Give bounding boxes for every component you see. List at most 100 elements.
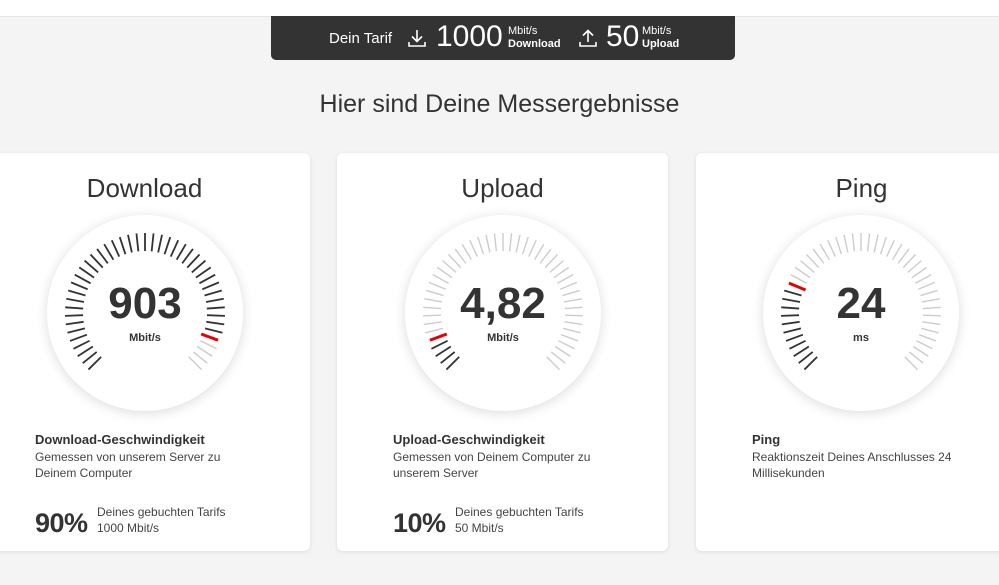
tariff-upload-unit: Mbit/s bbox=[642, 25, 672, 37]
gauge-tick bbox=[191, 259, 207, 274]
gauge-tick bbox=[469, 239, 478, 257]
gauge-tick bbox=[181, 248, 194, 264]
download-card: Download 903 Mbit/s Download-Geschwindig… bbox=[0, 153, 310, 551]
gauge-tick bbox=[553, 266, 570, 279]
gauge-tick bbox=[447, 253, 462, 269]
tariff-download-unit-group: Mbit/s Download bbox=[508, 25, 561, 51]
gauge-tick bbox=[798, 351, 814, 364]
gauge-tick bbox=[892, 243, 903, 261]
upload-gauge: 4,82 Mbit/s bbox=[405, 215, 601, 411]
gauge-tick bbox=[163, 236, 172, 255]
gauge-tick bbox=[175, 243, 187, 261]
ping-value: 24 bbox=[836, 279, 886, 328]
upload-percent-line1: Deines gebuchten Tarifs bbox=[455, 505, 584, 519]
gauge-tick bbox=[435, 345, 452, 358]
gauge-tick bbox=[912, 345, 929, 357]
upload-percent-description: Deines gebuchten Tarifs 50 Mbit/s bbox=[455, 504, 584, 536]
tariff-download-value: 1000 bbox=[436, 20, 503, 53]
gauge-tick bbox=[907, 260, 922, 273]
gauge-tick bbox=[805, 253, 820, 269]
gauge-tick bbox=[528, 239, 537, 257]
gauge-tick bbox=[521, 236, 529, 255]
gauge-tick bbox=[150, 233, 155, 252]
tariff-upload-value: 50 bbox=[606, 20, 640, 53]
gauge-tick bbox=[440, 351, 456, 364]
ping-card: Ping 24 ms Ping Reaktionszeit Deines Ans… bbox=[696, 153, 999, 551]
download-icon bbox=[408, 30, 426, 47]
download-unit: Mbit/s bbox=[129, 332, 161, 344]
gauge-tick bbox=[819, 243, 830, 261]
upload-percent-line2: 50 Mbit/s bbox=[455, 521, 504, 535]
gauge-tick bbox=[87, 356, 102, 371]
gauge-tick bbox=[544, 253, 559, 269]
gauge-tick bbox=[445, 356, 460, 371]
gauge-tick bbox=[477, 236, 485, 255]
gauge-tick bbox=[196, 345, 213, 357]
download-card-title: Download bbox=[86, 173, 203, 203]
gauge-tick bbox=[118, 236, 127, 255]
gauge-tick bbox=[96, 248, 109, 264]
gauge-tick bbox=[866, 233, 871, 252]
download-gauge: 903 Mbit/s bbox=[47, 215, 243, 411]
ping-card-title: Ping bbox=[835, 173, 888, 203]
upload-unit: Mbit/s bbox=[487, 332, 519, 344]
upload-icon bbox=[579, 29, 597, 47]
gauge-tick bbox=[902, 253, 917, 269]
gauge-tick bbox=[186, 253, 201, 269]
gauge-tick bbox=[873, 234, 879, 253]
download-percent-description: Deines gebuchten Tarifs 1000 Mbit/s bbox=[97, 504, 226, 536]
gauge-tick bbox=[461, 243, 472, 261]
upload-card-title: Upload bbox=[461, 173, 544, 203]
gauge-tick bbox=[897, 248, 910, 264]
gauge-tick bbox=[812, 248, 825, 264]
upload-percent: 10% bbox=[393, 508, 446, 538]
gauge-tick bbox=[534, 243, 545, 261]
gauge-tick bbox=[904, 356, 919, 371]
download-info-title: Download-Geschwindigkeit bbox=[35, 432, 205, 447]
gauge-tick bbox=[549, 260, 564, 273]
tariff-bar: Dein Tarif 1000 Mbit/s Download 50 Mbit/… bbox=[271, 16, 735, 60]
upload-value: 4,82 bbox=[460, 279, 546, 328]
gauge-tick bbox=[793, 345, 810, 358]
gauge-tick bbox=[454, 248, 467, 264]
gauge-tick bbox=[800, 260, 815, 273]
tariff-upload-label: Upload bbox=[642, 38, 680, 50]
tariff-download-unit: Mbit/s bbox=[508, 25, 538, 37]
download-info-description: Gemessen von unserem Server zu Deinem Co… bbox=[35, 450, 221, 480]
gauge-tick bbox=[442, 260, 457, 273]
gauge-tick bbox=[89, 253, 104, 269]
gauge-tick bbox=[515, 234, 521, 253]
tariff-download-label: Download bbox=[508, 38, 561, 50]
ping-unit: ms bbox=[853, 332, 869, 344]
download-percent: 90% bbox=[35, 508, 88, 538]
gauge-tick bbox=[485, 234, 491, 253]
upload-card: Upload 4,82 Mbit/s Upload-Geschwindigkei… bbox=[337, 153, 668, 551]
gauge-tick bbox=[135, 233, 140, 252]
page-title: Hier sind Deine Messergebnisse bbox=[319, 90, 680, 118]
gauge-tick bbox=[835, 236, 843, 255]
gauge-tick bbox=[188, 356, 203, 371]
gauge-tick bbox=[157, 234, 163, 253]
gauge-tick bbox=[851, 233, 856, 252]
upload-info-description: Gemessen von Deinem Computer zu unserem … bbox=[393, 450, 591, 480]
download-percent-line2: 1000 Mbit/s bbox=[97, 521, 160, 535]
gauge-tick bbox=[550, 351, 566, 364]
gauge-tick bbox=[827, 239, 836, 257]
gauge-tick bbox=[110, 239, 121, 257]
gauge-tick bbox=[82, 351, 98, 364]
gauge-tick bbox=[78, 266, 95, 279]
gauge-tick bbox=[83, 259, 99, 274]
gauge-tick bbox=[843, 234, 849, 253]
tariff-upload-unit-group: Mbit/s Upload bbox=[642, 25, 679, 51]
gauge-tick bbox=[546, 356, 561, 371]
ping-gauge: 24 ms bbox=[763, 215, 959, 411]
top-navigation-bar bbox=[0, 0, 999, 17]
gauge-tick bbox=[493, 233, 498, 252]
gauge-tick bbox=[192, 351, 208, 364]
gauge-tick bbox=[195, 266, 212, 279]
download-value: 903 bbox=[108, 279, 182, 328]
download-percent-line1: Deines gebuchten Tarifs bbox=[97, 505, 226, 519]
gauge-tick bbox=[436, 266, 453, 279]
tariff-label: Dein Tarif bbox=[329, 30, 393, 47]
gauge-tick bbox=[77, 345, 94, 358]
